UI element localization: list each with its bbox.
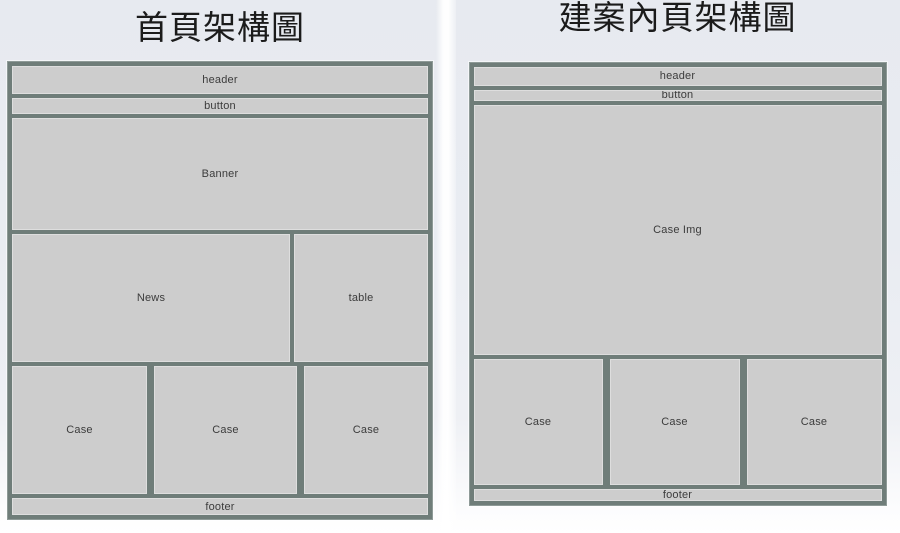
page-title-home: 首頁架構圖 (135, 11, 305, 47)
row-cases-detail: Case Case Case (473, 359, 882, 486)
block-case-1[interactable]: Case (473, 359, 603, 486)
row-cases-home: Case Case Case (12, 366, 428, 495)
block-button[interactable]: button (12, 98, 428, 115)
wireframe-frame-home: header button Banner News table Case Cas… (7, 61, 433, 520)
block-case-1[interactable]: Case (12, 366, 147, 495)
block-table[interactable]: table (294, 234, 428, 363)
page-title-case-detail: 建案內頁架構圖 (558, 1, 797, 37)
wireframe-frame-case-detail: header button Case Img Case Case Case fo… (468, 62, 887, 506)
panel-case-detail-page: 建案內頁架構圖 header button Case Img Case Case… (455, 0, 900, 506)
block-footer[interactable]: footer (473, 489, 882, 501)
block-case-3[interactable]: Case (304, 366, 428, 495)
block-header[interactable]: header (473, 67, 882, 86)
wireframe-canvas: 首頁架構圖 header button Banner News table Ca… (0, 0, 900, 533)
row-news-table: News table (12, 234, 428, 363)
block-case-3[interactable]: Case (746, 359, 882, 486)
block-footer[interactable]: footer (12, 498, 428, 515)
block-button[interactable]: button (473, 89, 882, 102)
block-case-image[interactable]: Case Img (473, 105, 882, 356)
block-case-2[interactable]: Case (609, 359, 740, 486)
block-header[interactable]: header (12, 66, 428, 95)
block-case-2[interactable]: Case (154, 366, 297, 495)
block-banner[interactable]: Banner (12, 118, 428, 231)
panel-home-page: 首頁架構圖 header button Banner News table Ca… (0, 0, 440, 520)
block-news[interactable]: News (12, 234, 290, 363)
